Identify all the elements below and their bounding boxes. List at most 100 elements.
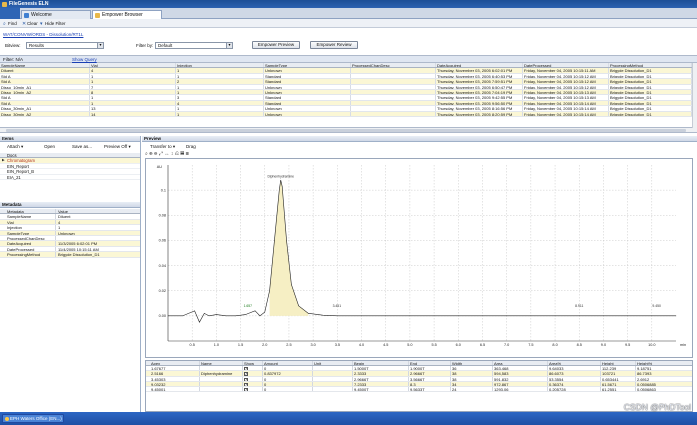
metadata-panel-header: Metadata [0,202,140,208]
data-point [204,313,205,314]
table-cell: Brigyde Dissolution_D1 [609,73,692,79]
filter-by-select[interactable]: Default ▼ [155,42,233,49]
show-checkbox[interactable]: ✓ [243,381,263,386]
table-cell: Standard [264,79,351,84]
table-cell: 86.6073 [548,371,601,376]
column-header[interactable]: ProcessingMethod [609,63,692,68]
column-header[interactable]: End [409,361,451,366]
tab-empower-browser[interactable]: Empower Browser [92,10,162,19]
items-list: Docs ▶ Chromatogram EIN_Report EIN_Report… [0,153,140,180]
y-tick-label: 0.04 [159,264,166,268]
show-checkbox[interactable]: ✓ [243,386,263,392]
column-header[interactable]: SampleType [264,63,351,68]
open-button[interactable]: Open [44,143,55,150]
save-as-button[interactable]: Save as... [72,143,92,150]
breadcrumb[interactable]: WAT/CONVW/ORDS - Dissolution/RT1L [3,32,83,37]
x-tick-label: 9.5 [625,343,630,347]
metadata-value [58,236,138,240]
table-cell [351,79,436,84]
results-vertical-scrollbar[interactable] [692,63,697,128]
x-tick-label: 8.0 [552,343,557,347]
column-header[interactable]: Area% [548,361,601,366]
column-header[interactable]: Apex [150,361,200,366]
column-header[interactable]: Amount [263,361,313,366]
table-cell [200,386,243,392]
table-cell: 1.67677 [150,366,200,371]
checkbox-icon[interactable]: ✓ [244,382,248,386]
column-header[interactable]: Unit [313,361,353,366]
table-cell: Thursday, November 03, 2005 9:42:55 PM [436,95,523,100]
find-button[interactable]: ⌕ Find [3,21,17,27]
attach-button[interactable]: Attach ▾ [7,143,23,150]
table-row[interactable]: ProcessingMethod Brigyde Dissolution_D1 [0,252,140,258]
table-cell: Diluent [0,68,90,73]
hide-filter-button[interactable]: ▾ Hide Filter [40,21,66,27]
table-row[interactable]: Disso_30min_A2 14 1 Unknown Thursday, Novemb… [0,111,692,117]
transfer-label: Transfer to [150,144,172,149]
checkbox-icon[interactable]: ✓ [244,377,248,381]
show-checkbox[interactable]: ✓ [243,366,263,371]
metadata-value: 4 [58,219,61,225]
table-cell: 14 [90,111,176,116]
table-cell [313,366,353,371]
metadata-grid: Metadata Value SampleName Diluent Vial 4 Injec… [0,209,140,258]
column-header[interactable]: Height [601,361,636,366]
checkbox-icon[interactable]: ✓ [244,387,248,392]
table-cell: 9.64033 [548,366,601,371]
column-header[interactable]: Height% [636,361,692,365]
metadata-key: SampleType [7,230,56,235]
column-header[interactable]: Injection [176,63,264,68]
table-cell: Thursday, November 03, 2005 7:59:51 PM [436,79,523,84]
column-header[interactable]: Show [243,361,263,366]
column-header[interactable]: Begin [353,361,409,366]
table-cell: 8.3 [409,381,451,386]
bitview-select[interactable]: Results ▼ [26,42,104,49]
metadata-value: Value [58,209,68,214]
taskbar-app-button[interactable]: EPH Waters Office (EN...) [2,414,64,423]
table-cell [200,376,243,381]
y-tick-label: 0.08 [159,214,166,218]
table-cell [200,381,243,386]
data-point [280,179,281,181]
table-cell: Friday, November 04, 2005 10:15:13 AM [523,89,609,95]
table-cell: 1 [176,106,264,111]
empower-review-button[interactable]: Empower Review [310,41,358,49]
scrollbar-thumb[interactable] [6,129,686,132]
list-item[interactable]: EIA_21 [0,175,140,180]
checkbox-icon[interactable]: ✓ [244,367,248,371]
table-cell [351,100,436,106]
metadata-value: Brigyde Dissolution_D1 [58,252,100,257]
column-header[interactable]: Name [200,361,243,366]
show-query-link[interactable]: Show Query [72,56,97,63]
chart-tool-icons[interactable]: ⌕⊕⊖⤢↔↕⎌▤⊞ [145,151,190,157]
column-header[interactable]: ProcessedChanDesc [351,63,436,68]
table-cell: 2.3333 [353,371,409,376]
y-tick-label: 0.00 [159,314,166,318]
metadata-key: DateProcessed [7,246,56,252]
column-header[interactable]: Vial [90,63,176,68]
clear-button[interactable]: ✕ Clear [22,21,38,27]
table-row[interactable]: 9.45001 ✓ 0 9.4500T 9.5633T 24 1293.06 0.205728… [146,386,692,393]
show-checkbox[interactable]: ✓ [243,376,263,381]
tab-welcome[interactable]: Welcome [21,10,91,19]
column-header[interactable]: SampleName [0,63,90,68]
table-cell: 1 [176,73,264,79]
drag-button[interactable]: Drag [186,143,196,150]
results-horizontal-scrollbar[interactable] [0,128,697,133]
column-header[interactable]: DateAcquired [436,63,523,68]
preview-off-button[interactable]: Preview Off ▾ [104,143,131,150]
checkbox-icon[interactable]: ✓ [244,372,248,376]
column-header[interactable]: Width [451,361,493,366]
app-menu-button[interactable] [0,8,20,19]
data-point [298,305,299,307]
x-tick-label: 0.5 [190,343,195,347]
y-tick-label: 0.02 [159,289,166,293]
x-tick-label: 8.5 [577,343,582,347]
column-header[interactable]: DateProcessed [523,63,609,68]
show-checkbox[interactable]: ✓ [243,371,263,376]
empower-preview-button[interactable]: Empower Preview [252,41,300,49]
data-point [216,314,217,315]
column-header[interactable]: Area [493,361,548,366]
toolbar: ⌕ Find ✕ Clear ▾ Hide Filter [0,19,697,28]
transfer-to-button[interactable]: Transfer to ▾ [150,143,175,150]
